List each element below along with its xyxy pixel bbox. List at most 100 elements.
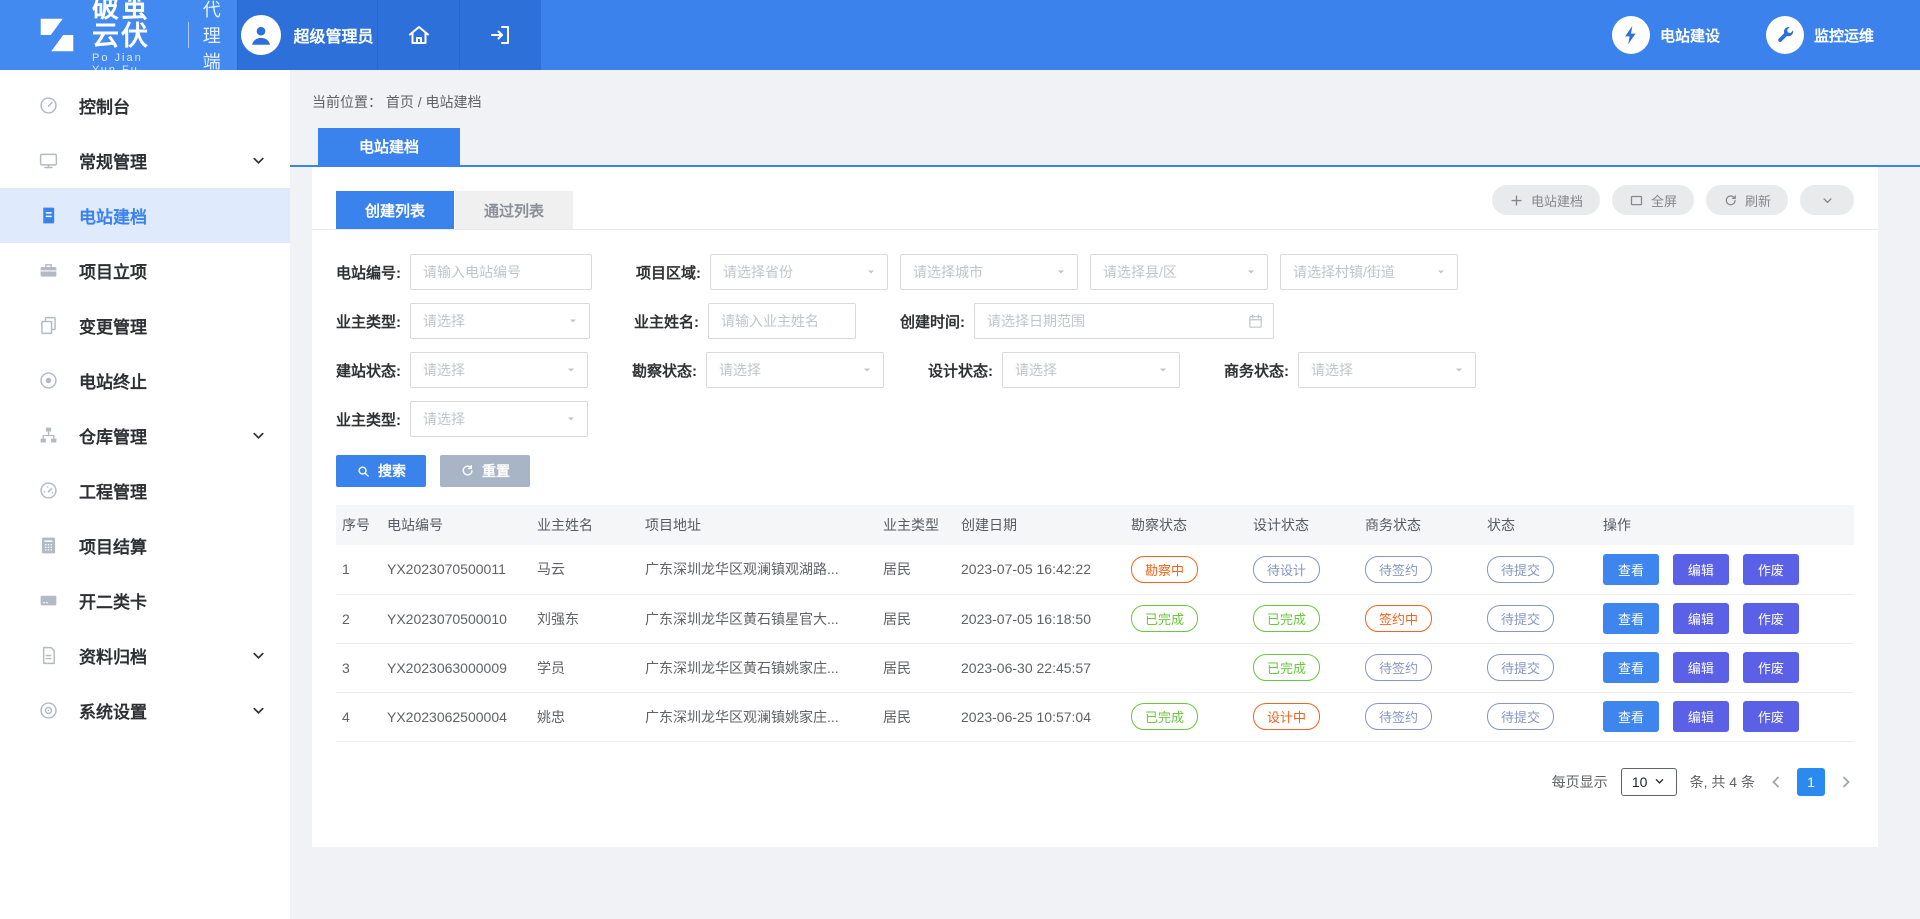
search-label: 搜索	[378, 461, 406, 481]
sidebar-label: 项目立项	[79, 258, 266, 283]
owner-type-2-select[interactable]: 请选择	[410, 401, 588, 437]
user-avatar	[241, 15, 281, 55]
edit-button[interactable]: 编辑	[1673, 701, 1729, 732]
sidebar-label: 控制台	[79, 93, 266, 118]
edit-button[interactable]: 编辑	[1673, 603, 1729, 634]
breadcrumb-path[interactable]: 首页 / 电站建档	[386, 94, 482, 110]
void-button[interactable]: 作废	[1743, 554, 1799, 585]
per-page-label: 每页显示	[1552, 772, 1608, 792]
brand-edition: 代理端	[188, 22, 237, 48]
view-button[interactable]: 查看	[1603, 554, 1659, 585]
filter-row-1: 电站编号: 项目区域: 请选择省份 请选择城市 请选择县/区	[336, 254, 1854, 290]
edit-button[interactable]: 编辑	[1673, 652, 1729, 683]
county-select[interactable]: 请选择县/区	[1090, 254, 1268, 290]
filter-build-status: 建站状态: 请选择	[336, 352, 588, 388]
status-badge: 待提交	[1487, 556, 1554, 583]
owner-type-select[interactable]: 请选择	[410, 303, 590, 339]
col-status: 状态	[1481, 505, 1597, 545]
sidebar-item-general-mgmt[interactable]: 常规管理	[0, 133, 290, 188]
per-page-select[interactable]: 10	[1621, 768, 1677, 796]
create-station-button[interactable]: 电站建档	[1492, 185, 1600, 215]
design-status-select[interactable]: 请选择	[1002, 352, 1180, 388]
page-tab-station-archive[interactable]: 电站建档	[318, 128, 460, 165]
sidebar-item-station-terminate[interactable]: 电站终止	[0, 353, 290, 408]
reset-button[interactable]: 重置	[440, 455, 530, 487]
filter-station-code: 电站编号:	[336, 254, 592, 290]
build-status-label: 建站状态:	[336, 360, 401, 381]
search-button[interactable]: 搜索	[336, 455, 426, 487]
next-page-icon[interactable]	[1838, 774, 1854, 790]
current-user[interactable]: 超级管理员	[237, 0, 377, 70]
caret-down-icon	[1435, 266, 1447, 278]
void-button[interactable]: 作废	[1743, 701, 1799, 732]
city-select[interactable]: 请选择城市	[900, 254, 1078, 290]
owner-name-input[interactable]	[708, 303, 856, 339]
fullscreen-icon	[1629, 193, 1644, 208]
fullscreen-label: 全屏	[1651, 191, 1677, 210]
sidebar-item-data-archive[interactable]: 资料归档	[0, 628, 290, 683]
filter-region: 项目区域: 请选择省份 请选择城市 请选择县/区 请选择村镇/街道	[636, 254, 1458, 290]
settings-icon	[38, 700, 59, 721]
void-button[interactable]: 作废	[1743, 652, 1799, 683]
town-select[interactable]: 请选择村镇/街道	[1280, 254, 1458, 290]
nav-monitor-ops[interactable]: 监控运维	[1766, 16, 1874, 54]
caret-down-icon	[1245, 266, 1257, 278]
col-design-status: 设计状态	[1247, 505, 1359, 545]
view-button[interactable]: 查看	[1603, 603, 1659, 634]
nav-station-build[interactable]: 电站建设	[1612, 16, 1720, 54]
fullscreen-button[interactable]: 全屏	[1612, 185, 1694, 215]
sidebar-item-system-settings[interactable]: 系统设置	[0, 683, 290, 738]
create-station-label: 电站建档	[1531, 191, 1583, 210]
content-panel: 创建列表 通过列表 电站建档 全屏 刷新	[312, 167, 1878, 847]
business-status-select[interactable]: 请选择	[1298, 352, 1476, 388]
tab-create-list[interactable]: 创建列表	[336, 191, 454, 229]
chevron-down-icon	[251, 648, 266, 663]
edit-button[interactable]: 编辑	[1673, 554, 1729, 585]
chevron-down-icon	[251, 703, 266, 718]
sidebar-item-console[interactable]: 控制台	[0, 78, 290, 133]
status-badge: 设计中	[1253, 703, 1320, 730]
view-button[interactable]: 查看	[1603, 701, 1659, 732]
page-number-current[interactable]: 1	[1797, 768, 1825, 796]
app-header: 破茧云伏 Po Jian Yun Fu 代理端 超级管理员	[0, 0, 1920, 70]
sidebar-item-type2-card[interactable]: 开二类卡	[0, 573, 290, 628]
sidebar-item-warehouse-mgmt[interactable]: 仓库管理	[0, 408, 290, 463]
sidebar-item-change-mgmt[interactable]: 变更管理	[0, 298, 290, 353]
view-button[interactable]: 查看	[1603, 652, 1659, 683]
col-business-status: 商务状态	[1359, 505, 1481, 545]
bolt-icon	[1612, 16, 1650, 54]
brand-name: 破茧云伏	[92, 0, 166, 50]
tab-passed-list[interactable]: 通过列表	[455, 191, 573, 229]
home-button[interactable]	[377, 0, 459, 70]
stop-circle-icon	[38, 370, 59, 391]
caret-down-icon	[865, 266, 877, 278]
sidebar-label: 开二类卡	[79, 588, 266, 613]
date-range-input[interactable]	[974, 303, 1274, 339]
monitor-icon	[38, 150, 59, 171]
survey-status-select[interactable]: 请选择	[706, 352, 884, 388]
brand-text: 破茧云伏 Po Jian Yun Fu	[92, 0, 166, 76]
sidebar-label: 资料归档	[79, 643, 251, 668]
filter-survey-status: 勘察状态: 请选择	[632, 352, 884, 388]
date-range-picker[interactable]	[974, 303, 1274, 339]
logout-button[interactable]	[459, 0, 541, 70]
sidebar-item-station-archive[interactable]: 电站建档	[0, 188, 290, 243]
filter-row-3: 建站状态: 请选择 勘察状态: 请选择 设计状态: 请	[336, 352, 1854, 388]
void-button[interactable]: 作废	[1743, 603, 1799, 634]
refresh-label: 刷新	[1745, 191, 1771, 210]
region-label: 项目区域:	[636, 262, 701, 283]
panel-toolbar: 电站建档 全屏 刷新	[1492, 185, 1854, 215]
refresh-button[interactable]: 刷新	[1706, 185, 1788, 215]
station-code-input[interactable]	[410, 254, 592, 290]
prev-page-icon[interactable]	[1768, 774, 1784, 790]
sidebar-item-engineering-mgmt[interactable]: 工程管理	[0, 463, 290, 518]
dashboard-icon	[38, 95, 59, 116]
province-select[interactable]: 请选择省份	[710, 254, 888, 290]
collapse-button[interactable]	[1800, 185, 1854, 215]
sidebar-item-project-initiation[interactable]: 项目立项	[0, 243, 290, 298]
build-status-select[interactable]: 请选择	[410, 352, 588, 388]
reset-label: 重置	[482, 461, 510, 481]
sidebar-item-project-settlement[interactable]: 项目结算	[0, 518, 290, 573]
logout-icon	[489, 23, 513, 47]
breadcrumb-label: 当前位置：	[312, 94, 382, 110]
